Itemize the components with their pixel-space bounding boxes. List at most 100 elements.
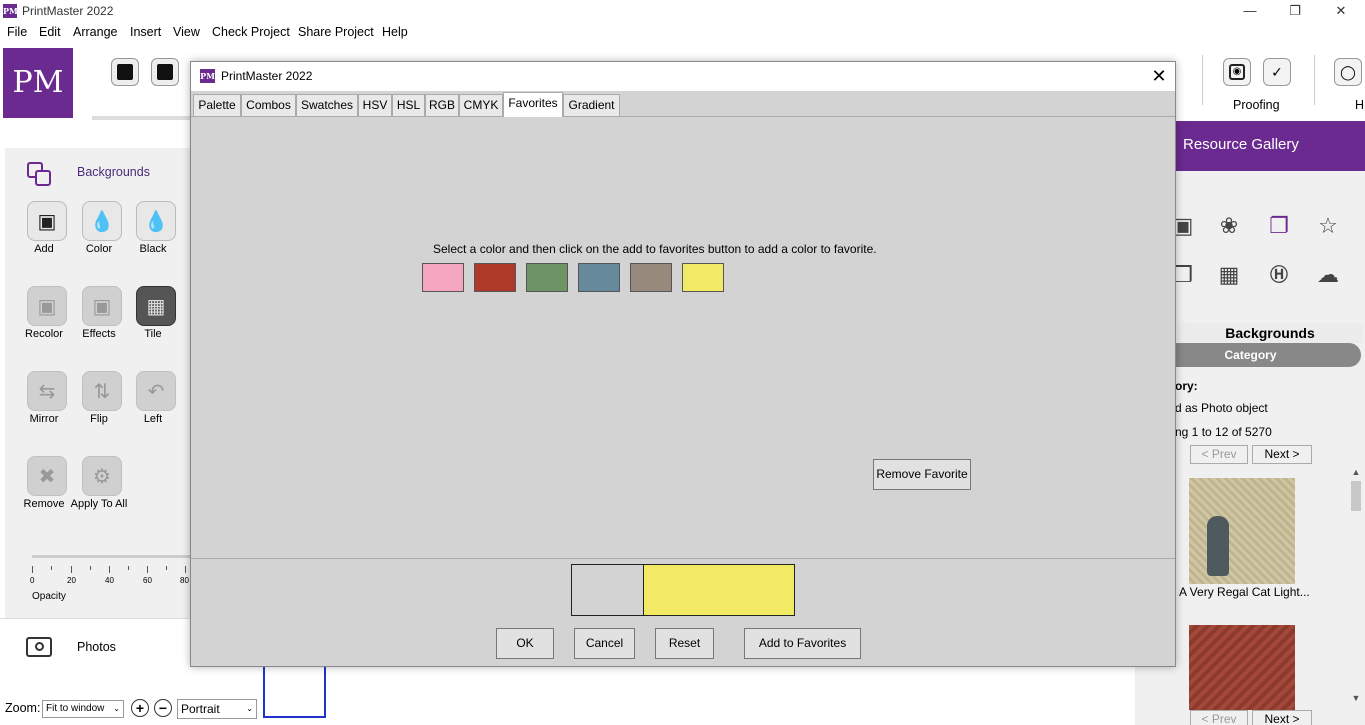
cloud-com-icon[interactable]: ☁ <box>1313 260 1343 290</box>
menu-view[interactable]: View <box>173 25 200 39</box>
tab-swatches[interactable]: Swatches <box>296 94 358 116</box>
opacity-tick-label: 0 <box>30 576 35 585</box>
zoom-in-button[interactable]: + <box>131 699 149 717</box>
menu-share-project[interactable]: Share Project <box>298 25 374 39</box>
remove-button[interactable]: ✖ <box>27 456 67 496</box>
photos-section-title[interactable]: Photos <box>77 640 116 654</box>
restore-icon[interactable]: ❐ <box>1272 0 1318 22</box>
tab-palette[interactable]: Palette <box>193 94 241 116</box>
previous-color-preview <box>571 564 643 616</box>
menu-insert[interactable]: Insert <box>130 25 161 39</box>
flip-icon: ⇅ <box>93 381 111 403</box>
tile-button[interactable]: ▦ <box>136 286 176 326</box>
page-canvas-preview[interactable] <box>263 665 326 718</box>
black-background-button[interactable]: 💧 <box>136 201 176 241</box>
app-titlebar: PM PrintMaster 2022 — ❐ ✕ <box>0 0 1365 22</box>
tool-label: Apply To All <box>70 498 128 510</box>
rotate-left-icon: ↶ <box>147 381 165 403</box>
minimize-icon[interactable]: — <box>1227 0 1273 22</box>
help-label-partial: H <box>1355 98 1365 112</box>
cat-figure <box>1207 516 1229 576</box>
add-background-button[interactable]: ▣ <box>27 201 67 241</box>
menu-arrange[interactable]: Arrange <box>73 25 117 39</box>
opacity-tick-label: 60 <box>143 576 152 585</box>
star-category-icon[interactable]: ☆ <box>1313 211 1343 241</box>
menu-check-project[interactable]: Check Project <box>212 25 290 39</box>
gallery-scrollbar[interactable]: ▲ ▼ <box>1347 465 1365 710</box>
tab-cmyk[interactable]: CMYK <box>459 94 503 116</box>
zoom-out-button[interactable]: − <box>154 699 172 717</box>
ok-button[interactable]: OK <box>496 628 554 659</box>
tab-hsl[interactable]: HSL <box>392 94 425 116</box>
mirror-button[interactable]: ⇆ <box>27 371 67 411</box>
favorite-swatch[interactable] <box>682 263 724 292</box>
opacity-tick <box>51 566 52 570</box>
favorite-swatch[interactable] <box>526 263 568 292</box>
proofing-check-button[interactable]: ◉ <box>1223 58 1251 86</box>
favorite-swatch[interactable] <box>578 263 620 292</box>
app-icon: PM <box>200 69 215 83</box>
tab-hsv[interactable]: HSV <box>358 94 392 116</box>
favorite-swatch[interactable] <box>422 263 464 292</box>
opacity-slider[interactable] <box>32 555 192 558</box>
add-to-favorites-button[interactable]: Add to Favorites <box>744 628 861 659</box>
favorite-swatch[interactable] <box>630 263 672 292</box>
layout-category-icon[interactable]: ▦ <box>1214 260 1244 290</box>
favorites-instructions: Select a color and then click on the add… <box>433 242 877 256</box>
scroll-down-icon[interactable]: ▼ <box>1347 693 1365 703</box>
backgrounds-category-icon[interactable]: ❐ <box>1264 211 1294 241</box>
scroll-up-icon[interactable]: ▲ <box>1347 467 1365 477</box>
tab-favorites[interactable]: Favorites <box>503 92 563 117</box>
effects-button[interactable]: ▣ <box>82 286 122 326</box>
tool-label: Add <box>34 243 54 255</box>
open-project-button[interactable] <box>151 58 179 86</box>
menu-edit[interactable]: Edit <box>39 25 61 39</box>
remove-favorite-button[interactable]: Remove Favorite <box>873 459 971 490</box>
flip-button[interactable]: ⇅ <box>82 371 122 411</box>
gallery-thumbnail[interactable] <box>1189 478 1295 584</box>
tab-gradient[interactable]: Gradient <box>563 94 620 116</box>
tool-label: Mirror <box>29 413 59 425</box>
headline-category-icon[interactable]: Ⓗ <box>1264 260 1294 290</box>
tab-combos[interactable]: Combos <box>241 94 296 116</box>
prev-page-button[interactable]: < Prev <box>1190 445 1248 464</box>
rotate-left-button[interactable]: ↶ <box>136 371 176 411</box>
dialog-titlebar: PM PrintMaster 2022 ✕ <box>191 62 1175 91</box>
results-count: ng 1 to 12 of 5270 <box>1175 425 1272 439</box>
orientation-select[interactable]: Portrait ⌄ <box>177 699 257 719</box>
opacity-tick-label: 40 <box>105 576 114 585</box>
dialog-close-icon[interactable]: ✕ <box>1146 64 1172 88</box>
favorite-swatch[interactable] <box>474 263 516 292</box>
gallery-thumbnail[interactable] <box>1189 625 1295 710</box>
recolor-button[interactable]: ▣ <box>27 286 67 326</box>
next-page-button[interactable]: Next > <box>1252 710 1312 725</box>
opacity-tick-label: 20 <box>67 576 76 585</box>
pm-logo: PM <box>3 48 73 118</box>
close-window-icon[interactable]: ✕ <box>1318 0 1364 22</box>
folder-icon <box>157 64 173 80</box>
zoom-label: Zoom: <box>5 701 41 715</box>
reset-button[interactable]: Reset <box>655 628 714 659</box>
new-project-button[interactable] <box>111 58 139 86</box>
scroll-thumb[interactable] <box>1351 481 1361 511</box>
apply-to-all-button[interactable]: ⚙ <box>82 456 122 496</box>
color-dialog: PM PrintMaster 2022 ✕ Palette Combos Swa… <box>190 61 1176 667</box>
help-button[interactable]: ◯ <box>1334 58 1362 86</box>
color-background-button[interactable]: 💧 <box>82 201 122 241</box>
tool-label: Effects <box>82 328 116 340</box>
new-color-preview <box>643 564 795 616</box>
black-drops-icon: 💧 <box>143 211 169 233</box>
cancel-button[interactable]: Cancel <box>574 628 635 659</box>
tab-rgb[interactable]: RGB <box>425 94 459 116</box>
spellcheck-icon: ✓ <box>1271 64 1283 80</box>
menu-file[interactable]: File <box>7 25 27 39</box>
prev-page-button[interactable]: < Prev <box>1190 710 1248 725</box>
apply-all-icon: ⚙ <box>93 466 111 488</box>
backgrounds-section-title: Backgrounds <box>77 165 150 179</box>
lotus-category-icon[interactable]: ❀ <box>1214 211 1244 241</box>
proofing-spell-button[interactable]: ✓ <box>1263 58 1291 86</box>
zoom-select[interactable]: Fit to window ⌄ <box>42 700 124 718</box>
document-icon <box>117 64 133 80</box>
menu-help[interactable]: Help <box>382 25 408 39</box>
next-page-button[interactable]: Next > <box>1252 445 1312 464</box>
